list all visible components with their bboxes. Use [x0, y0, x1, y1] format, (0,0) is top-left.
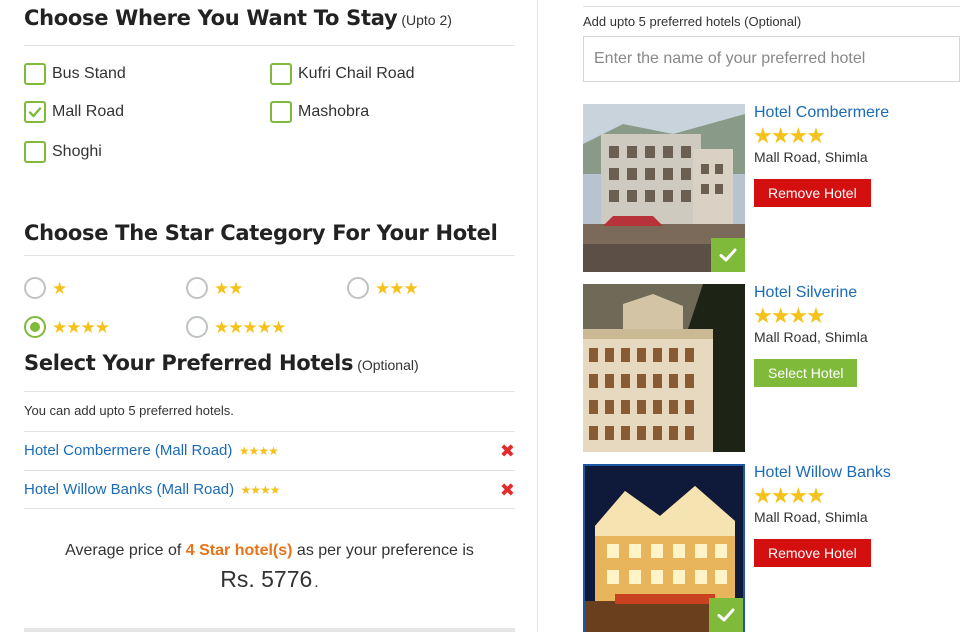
- hotel-card: Hotel Combermere ★★★★ Mall Road, Shimla …: [583, 104, 960, 274]
- hotel-name-link[interactable]: Hotel Silverine: [754, 284, 857, 302]
- star-icon: ★★★★: [238, 444, 279, 458]
- preferred-hint: You can add upto 5 preferred hotels.: [24, 403, 234, 418]
- hotel-location: Mall Road, Shimla: [754, 509, 868, 525]
- hotel-card: Hotel Silverine ★★★★ Mall Road, Shimla S…: [583, 284, 960, 454]
- column-divider: [537, 0, 538, 632]
- bottom-bar: [24, 628, 515, 632]
- checkbox-bus-stand[interactable]: Bus Stand: [24, 63, 126, 85]
- remove-hotel-button[interactable]: Remove Hotel: [754, 539, 871, 567]
- hotel-name-link[interactable]: Hotel Combermere: [754, 104, 889, 122]
- checkbox-box[interactable]: [24, 101, 46, 123]
- preferred-hotel-entry: Hotel Willow Banks (Mall Road) ★★★★: [24, 481, 281, 499]
- star-icon: ★★★★: [52, 317, 110, 337]
- check-icon: [28, 107, 42, 118]
- star-icon: ★★★★★: [214, 317, 286, 337]
- radio-5-star[interactable]: ★★★★★: [186, 316, 286, 338]
- remove-icon[interactable]: ✖: [500, 441, 515, 462]
- checkbox-box[interactable]: [270, 63, 292, 85]
- stay-section-title: Choose Where You Want To Stay (Upto 2): [24, 6, 452, 30]
- divider: [24, 255, 515, 256]
- checkbox-label: Kufri Chail Road: [298, 65, 415, 82]
- selected-check-icon: [711, 238, 745, 272]
- preferred-hotel-entry: Hotel Combermere (Mall Road) ★★★★: [24, 442, 279, 460]
- checkbox-kufri-chail-road[interactable]: Kufri Chail Road: [270, 63, 415, 85]
- preferred-hotel-link[interactable]: Hotel Combermere (Mall Road): [24, 442, 232, 459]
- radio-circle[interactable]: [347, 277, 369, 299]
- checkbox-box[interactable]: [24, 63, 46, 85]
- star-icon: ★★★★: [753, 483, 826, 508]
- divider: [583, 6, 960, 7]
- hotel-image[interactable]: [583, 284, 745, 452]
- checkbox-box[interactable]: [24, 141, 46, 163]
- radio-circle[interactable]: [186, 277, 208, 299]
- preferred-note: (Optional): [357, 357, 419, 373]
- remove-hotel-button[interactable]: Remove Hotel: [754, 179, 871, 207]
- remove-icon[interactable]: ✖: [500, 480, 515, 501]
- hotel-name-link[interactable]: Hotel Willow Banks: [754, 464, 891, 482]
- preferred-hotel-row: Hotel Willow Banks (Mall Road) ★★★★ ✖: [24, 471, 515, 509]
- preferred-hotel-row: Hotel Combermere (Mall Road) ★★★★ ✖: [24, 432, 515, 470]
- hotel-image[interactable]: [583, 104, 745, 272]
- star-icon: ★★★★: [240, 483, 281, 497]
- select-hotel-button[interactable]: Select Hotel: [754, 359, 858, 387]
- radio-circle[interactable]: [24, 277, 46, 299]
- star-section-title: Choose The Star Category For Your Hotel: [24, 221, 498, 245]
- average-price-value: Rs. 5776.: [220, 566, 319, 592]
- checkbox-box[interactable]: [270, 101, 292, 123]
- radio-dot: [30, 322, 40, 332]
- star-icon: ★★★★: [753, 123, 826, 148]
- radio-2-star[interactable]: ★★: [186, 277, 244, 299]
- radio-3-star[interactable]: ★★★: [347, 277, 419, 299]
- radio-1-star[interactable]: ★: [24, 277, 67, 299]
- left-column: Choose Where You Want To Stay (Upto 2) Bu…: [24, 0, 515, 632]
- hotel-location: Mall Road, Shimla: [754, 329, 868, 345]
- divider: [24, 45, 515, 46]
- star-icon: ★★★★: [753, 303, 826, 328]
- preferred-section-title: Select Your Preferred Hotels (Optional): [24, 351, 419, 375]
- checkbox-label: Bus Stand: [52, 65, 126, 82]
- radio-circle[interactable]: [24, 316, 46, 338]
- hotel-card: Hotel Willow Banks ★★★★ Mall Road, Shiml…: [583, 464, 960, 632]
- checkbox-label: Mall Road: [52, 103, 125, 120]
- divider: [24, 391, 515, 392]
- divider: [24, 508, 515, 509]
- stay-note: (Upto 2): [401, 12, 452, 28]
- checkbox-label: Shoghi: [52, 143, 102, 160]
- checkbox-label: Mashobra: [298, 103, 370, 120]
- average-price-text: Average price of 4 Star hotel(s) as per …: [65, 542, 474, 559]
- search-label: Add upto 5 preferred hotels (Optional): [583, 14, 802, 29]
- average-price-category: 4 Star hotel(s): [185, 542, 293, 559]
- hotel-image[interactable]: [583, 464, 745, 632]
- checkbox-shoghi[interactable]: Shoghi: [24, 141, 102, 163]
- star-icon: ★★: [214, 278, 244, 298]
- hotel-location: Mall Road, Shimla: [754, 149, 868, 165]
- radio-circle[interactable]: [186, 316, 208, 338]
- star-icon: ★: [52, 278, 67, 298]
- radio-4-star[interactable]: ★★★★: [24, 316, 110, 338]
- checkbox-mall-road[interactable]: Mall Road: [24, 101, 124, 123]
- star-icon: ★★★: [375, 278, 419, 298]
- right-column: Add upto 5 preferred hotels (Optional) E…: [583, 0, 960, 632]
- hotel-search-input[interactable]: [583, 36, 960, 82]
- preferred-hotel-link[interactable]: Hotel Willow Banks (Mall Road): [24, 481, 234, 498]
- selected-check-icon: [709, 598, 743, 632]
- checkbox-mashobra[interactable]: Mashobra: [270, 101, 369, 123]
